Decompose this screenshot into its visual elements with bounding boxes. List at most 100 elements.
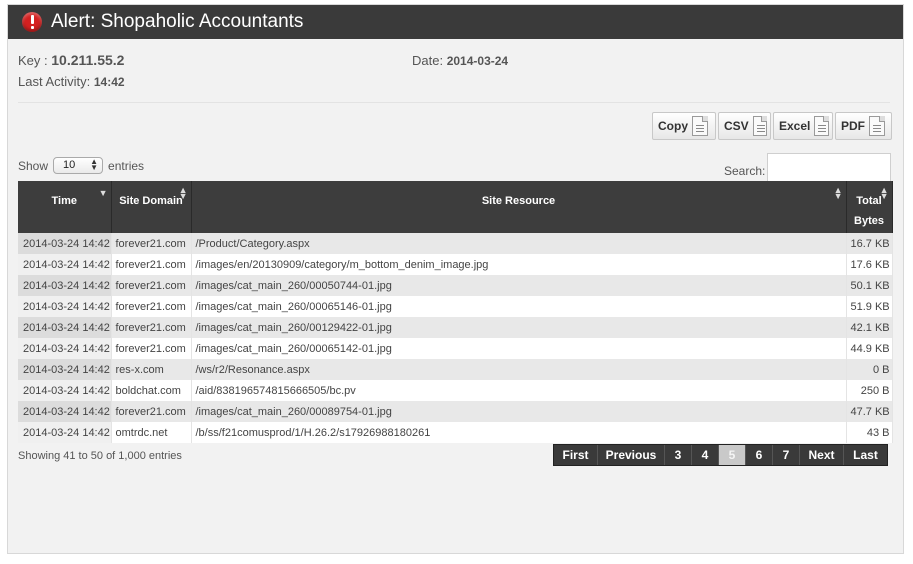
pdf-file-icon: [869, 116, 885, 136]
sort-desc-icon: ▼: [98, 188, 108, 198]
cell-total-bytes: 43 B: [846, 422, 893, 443]
date-label: Date:: [412, 53, 444, 68]
page-next-button[interactable]: Next: [800, 445, 844, 465]
cell-time: 2014-03-24 14:42: [18, 317, 112, 338]
cell-site-domain: forever21.com: [111, 338, 192, 359]
page-5-button[interactable]: 5: [719, 445, 746, 465]
table-info: Showing 41 to 50 of 1,000 entries: [18, 450, 182, 462]
column-header-site-domain[interactable]: Site Domain ▲ ▼: [111, 181, 192, 233]
excel-button[interactable]: Excel: [773, 112, 833, 140]
cell-site-resource: /images/cat_main_260/00089754-01.jpg: [191, 401, 847, 422]
table-row[interactable]: 2014-03-24 14:42 omtrdc.net/b/ss/f21comus…: [18, 422, 893, 443]
date-field: Date: 2014-03-24: [412, 53, 508, 68]
cell-total-bytes: 16.7 KB: [846, 233, 893, 254]
table-row[interactable]: 2014-03-24 14:42 boldchat.com/aid/8381965…: [18, 380, 893, 401]
column-header-site-resource[interactable]: Site Resource ▲ ▼: [191, 181, 847, 233]
cell-time: 2014-03-24 14:42: [18, 233, 112, 254]
cell-site-domain: res-x.com: [111, 359, 192, 380]
page-4-button[interactable]: 4: [692, 445, 719, 465]
cell-site-resource: /images/en/20130909/category/m_bottom_de…: [191, 254, 847, 275]
table-row[interactable]: 2014-03-24 14:42 forever21.com/images/cat…: [18, 296, 893, 317]
cell-total-bytes: 51.9 KB: [846, 296, 893, 317]
cell-site-domain: forever21.com: [111, 296, 192, 317]
page-title: Alert: Shopaholic Accountants: [51, 11, 304, 32]
cell-total-bytes: 42.1 KB: [846, 317, 893, 338]
cell-time: 2014-03-24 14:42: [18, 254, 112, 275]
last-activity-label: Last Activity:: [18, 74, 91, 89]
cell-time: 2014-03-24 14:42: [18, 275, 112, 296]
cell-time: 2014-03-24 14:42: [18, 380, 112, 401]
search-input[interactable]: [767, 153, 891, 183]
cell-total-bytes: 250 B: [846, 380, 893, 401]
cell-site-resource: /images/cat_main_260/00065142-01.jpg: [191, 338, 847, 359]
cell-site-resource: /images/cat_main_260/00065146-01.jpg: [191, 296, 847, 317]
last-activity-field: Last Activity: 14:42: [18, 74, 125, 89]
alert-icon: [22, 12, 42, 32]
sort-both-icon: ▲ ▼: [833, 185, 843, 201]
page-length-value: 10: [63, 159, 76, 171]
cell-total-bytes: 0 B: [846, 359, 893, 380]
csv-file-icon: [752, 116, 768, 136]
excel-file-icon: [814, 116, 829, 136]
cell-site-domain: forever21.com: [111, 401, 192, 422]
cell-time: 2014-03-24 14:42: [18, 422, 112, 443]
copy-button[interactable]: Copy: [652, 112, 716, 140]
cell-site-domain: forever21.com: [111, 254, 192, 275]
cell-site-domain: forever21.com: [111, 275, 192, 296]
date-value: 2014-03-24: [446, 54, 509, 68]
csv-button[interactable]: CSV: [718, 112, 771, 140]
cell-site-domain: forever21.com: [111, 233, 192, 254]
excel-button-label: Excel: [779, 119, 811, 133]
page-previous-button[interactable]: Previous: [598, 445, 665, 465]
data-table: Time ▼ Site Domain ▲ ▼ Site Resource ▲ ▼ T…: [18, 181, 893, 443]
table-row[interactable]: 2014-03-24 14:42 forever21.com/images/cat…: [18, 338, 893, 359]
column-header-total-bytes[interactable]: Total Bytes ▲ ▼: [846, 181, 893, 233]
cell-time: 2014-03-24 14:42: [18, 338, 112, 359]
cell-site-resource: /aid/838196574815666505/bc.pv: [191, 380, 847, 401]
copy-icon: [692, 116, 708, 136]
cell-time: 2014-03-24 14:42: [18, 296, 112, 317]
key-field: Key : 10.211.55.2: [18, 52, 124, 68]
table-row[interactable]: 2014-03-24 14:42 forever21.com/images/cat…: [18, 275, 893, 296]
cell-site-resource: /images/cat_main_260/00050744-01.jpg: [191, 275, 847, 296]
cell-site-domain: omtrdc.net: [111, 422, 192, 443]
cell-total-bytes: 47.7 KB: [846, 401, 893, 422]
cell-time: 2014-03-24 14:42: [18, 401, 112, 422]
sort-both-icon: ▲ ▼: [879, 185, 889, 201]
csv-button-label: CSV: [724, 119, 749, 133]
page-3-button[interactable]: 3: [665, 445, 692, 465]
pdf-button[interactable]: PDF: [835, 112, 892, 140]
copy-button-label: Copy: [658, 119, 688, 133]
export-toolbar: Copy CSV Excel PDF: [650, 112, 892, 142]
table-row[interactable]: 2014-03-24 14:42 forever21.com/Product/Ca…: [18, 233, 893, 254]
key-label: Key :: [18, 53, 48, 68]
page-length-control: Show 10 ▲ ▼ entries: [18, 157, 144, 174]
cell-time: 2014-03-24 14:42: [18, 359, 112, 380]
key-value: 10.211.55.2: [51, 52, 125, 68]
page-7-button[interactable]: 7: [773, 445, 800, 465]
divider: [18, 102, 890, 103]
select-arrows-icon: ▲ ▼: [90, 157, 99, 172]
cell-total-bytes: 17.6 KB: [846, 254, 893, 275]
table-row[interactable]: 2014-03-24 14:42 res-x.com/ws/r2/Resonanc…: [18, 359, 893, 380]
title-bar: Alert: Shopaholic Accountants: [8, 5, 903, 39]
page-length-select[interactable]: 10 ▲ ▼: [53, 157, 104, 174]
cell-site-resource: /b/ss/f21comusprod/1/H.26.2/s17926988180…: [191, 422, 847, 443]
table-row[interactable]: 2014-03-24 14:42 forever21.com/images/cat…: [18, 317, 893, 338]
page-last-button[interactable]: Last: [844, 445, 887, 465]
page-first-button[interactable]: First: [554, 445, 598, 465]
table-row[interactable]: 2014-03-24 14:42 forever21.com/images/cat…: [18, 401, 893, 422]
table-row[interactable]: 2014-03-24 14:42 forever21.com/images/en/…: [18, 254, 893, 275]
cell-site-resource: /ws/r2/Resonance.aspx: [191, 359, 847, 380]
pagination: First Previous 3 4 5 6 7 Next Last: [553, 444, 888, 466]
sort-both-icon: ▲ ▼: [178, 185, 188, 201]
pdf-button-label: PDF: [841, 119, 865, 133]
show-label: Show: [18, 158, 49, 173]
last-activity-value: 14:42: [93, 75, 125, 89]
entries-label: entries: [108, 158, 145, 173]
column-header-time[interactable]: Time ▼: [18, 181, 112, 233]
cell-site-domain: forever21.com: [111, 317, 192, 338]
cell-site-resource: /images/cat_main_260/00129422-01.jpg: [191, 317, 847, 338]
cell-total-bytes: 44.9 KB: [846, 338, 893, 359]
page-6-button[interactable]: 6: [746, 445, 773, 465]
